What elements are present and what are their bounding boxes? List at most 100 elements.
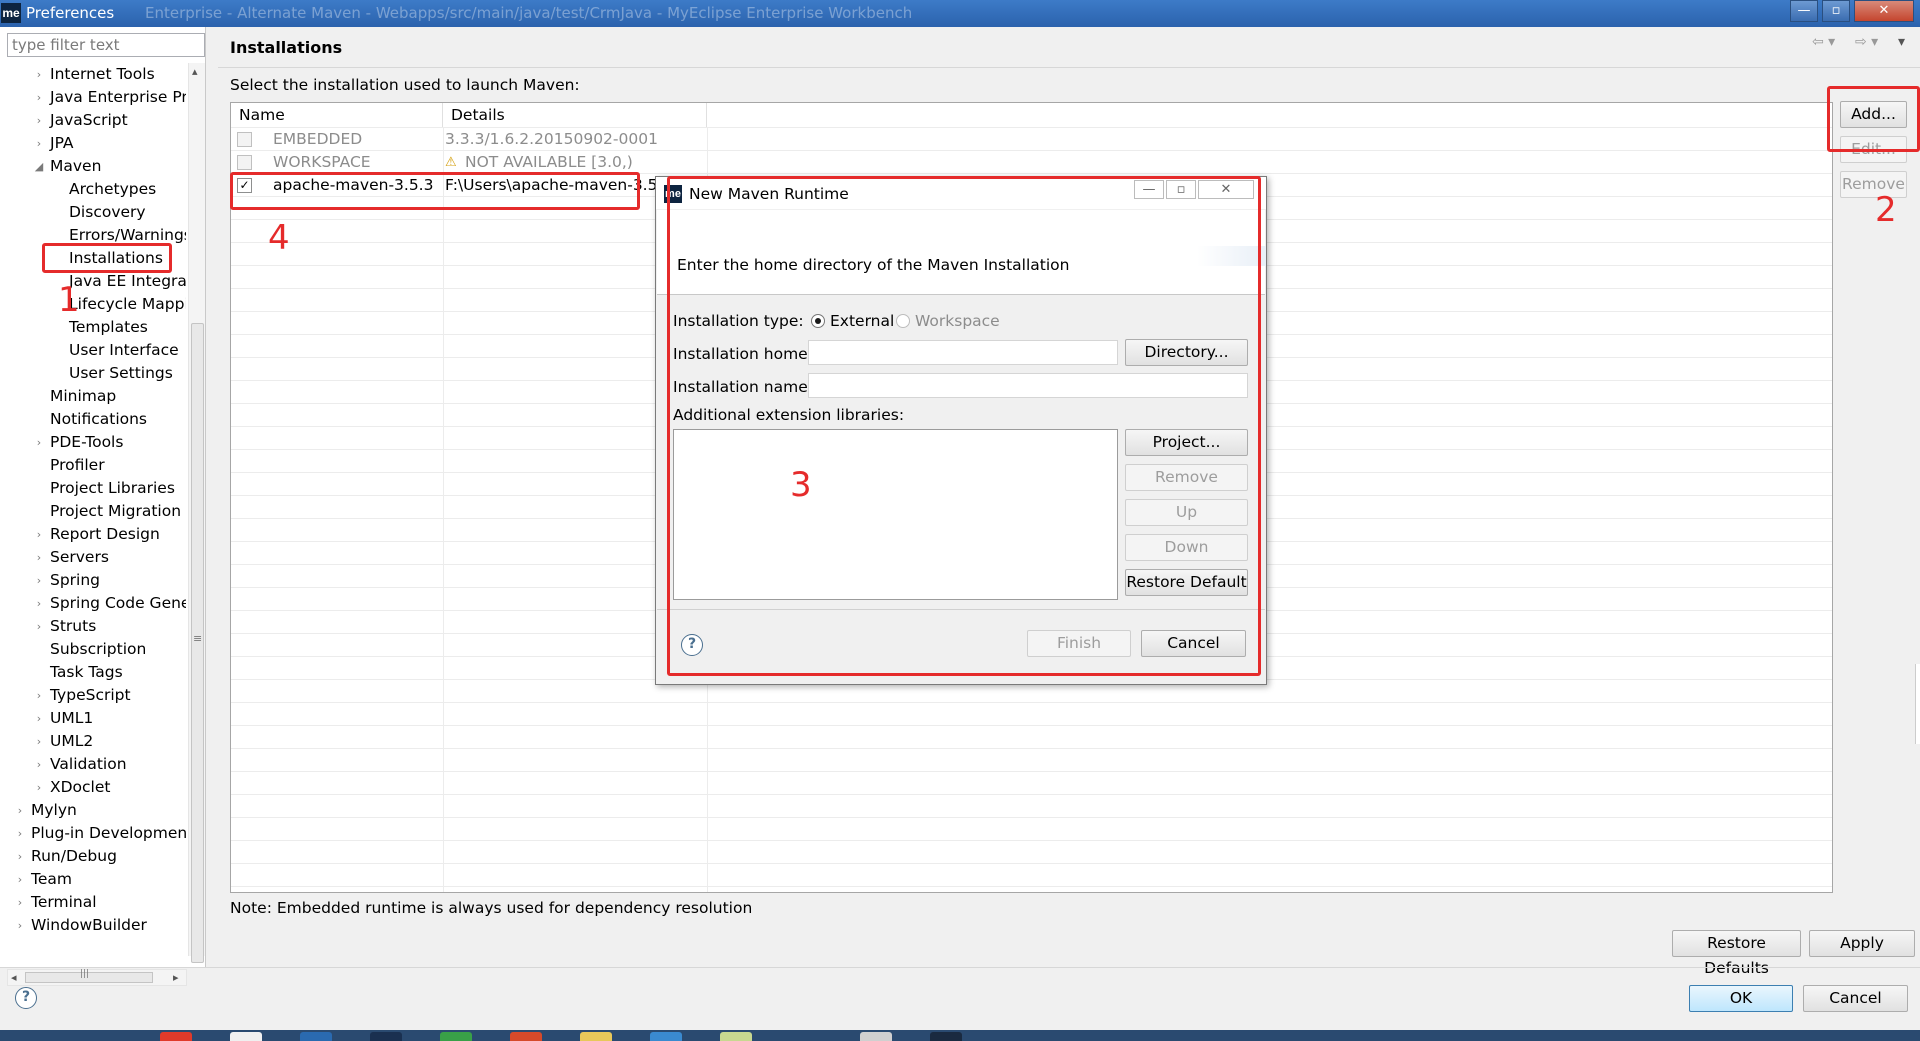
tree-item[interactable]: Spring Code Gener — [50, 592, 186, 615]
warning-icon: ⚠ — [445, 155, 457, 170]
tree-item[interactable]: Project Migration — [50, 500, 181, 523]
taskbar-app-icon[interactable] — [580, 1032, 612, 1041]
taskbar-app-icon[interactable] — [510, 1032, 542, 1041]
taskbar-app-icon[interactable] — [370, 1032, 402, 1041]
tree-expander-icon[interactable]: › — [15, 804, 25, 817]
tree-expander-icon[interactable]: › — [15, 850, 25, 863]
taskbar-app-icon[interactable] — [300, 1032, 332, 1041]
tree-expander-icon[interactable]: › — [34, 91, 44, 104]
tree-expander-icon[interactable]: › — [34, 137, 44, 150]
tree-item[interactable]: Maven — [50, 155, 101, 178]
tree-item[interactable]: JavaScript — [50, 109, 128, 132]
scroll-up-icon[interactable]: ▴ — [192, 65, 198, 78]
tree-item[interactable]: Minimap — [50, 385, 116, 408]
column-header-details[interactable]: Details — [443, 103, 707, 127]
tree-item[interactable]: Servers — [50, 546, 109, 569]
restore-defaults-button[interactable]: Restore Defaults — [1672, 930, 1801, 977]
annotation-number-4: 4 — [268, 218, 290, 258]
tree-item[interactable]: Struts — [50, 615, 96, 638]
tree-item[interactable]: Team — [31, 868, 72, 891]
taskbar-app-icon[interactable] — [650, 1032, 682, 1041]
tree-expander-icon[interactable]: › — [15, 919, 25, 932]
tree-item[interactable]: UML1 — [50, 707, 93, 730]
tree-item[interactable]: Java EE Integrati — [69, 270, 186, 293]
tree-expander-icon[interactable]: › — [34, 735, 44, 748]
tree-item[interactable]: Subscription — [50, 638, 146, 661]
minimize-button[interactable]: — — [1790, 0, 1818, 22]
tree-item[interactable]: Report Design — [50, 523, 160, 546]
cancel-button[interactable]: Cancel — [1803, 985, 1908, 1012]
tree-item[interactable]: Profiler — [50, 454, 105, 477]
tree-expander-icon[interactable]: › — [34, 758, 44, 771]
tree-expander-icon[interactable]: › — [34, 712, 44, 725]
tree-item[interactable]: Plug-in Development — [31, 822, 186, 845]
scroll-left-icon[interactable]: ◂ — [11, 970, 17, 985]
tree-scroll-thumb[interactable]: ≡ — [191, 323, 204, 963]
tree-item[interactable]: Notifications — [50, 408, 147, 431]
forward-nav-icon[interactable]: ⇨ ▾ — [1855, 34, 1878, 50]
tree-expander-icon[interactable]: › — [34, 436, 44, 449]
tree-item[interactable]: Terminal — [31, 891, 97, 914]
row-details[interactable]: NOT AVAILABLE [3.0,) — [465, 151, 633, 174]
row-name[interactable]: EMBEDDED — [273, 128, 362, 151]
back-nav-icon[interactable]: ⇦ ▾ — [1812, 34, 1835, 50]
tree-item[interactable]: User Settings — [69, 362, 173, 385]
tree-item[interactable]: TypeScript — [50, 684, 131, 707]
tree-expander-icon[interactable]: › — [34, 528, 44, 541]
tree-item[interactable]: UML2 — [50, 730, 93, 753]
help-icon[interactable]: ? — [15, 987, 37, 1009]
taskbar-app-icon[interactable] — [230, 1032, 262, 1041]
tree-item[interactable]: WindowBuilder — [31, 914, 147, 937]
row-name[interactable]: WORKSPACE — [273, 151, 371, 174]
tree-expander-icon[interactable]: › — [34, 574, 44, 587]
tree-expander-icon[interactable]: › — [15, 896, 25, 909]
close-button[interactable]: ✕ — [1854, 0, 1914, 22]
apply-button[interactable]: Apply — [1809, 930, 1915, 957]
tree-expander-icon[interactable]: › — [34, 114, 44, 127]
column-header-name[interactable]: Name — [231, 103, 443, 127]
tree-item[interactable]: Java Enterprise Pro — [50, 86, 186, 109]
tree-expander-icon[interactable]: › — [15, 873, 25, 886]
tree-expander-icon[interactable]: ◢ — [34, 160, 44, 173]
maximize-button[interactable]: ▫ — [1822, 0, 1850, 22]
tree-expander-icon[interactable]: › — [34, 620, 44, 633]
tree-item[interactable]: Mylyn — [31, 799, 77, 822]
tree-item[interactable]: Internet Tools — [50, 63, 155, 86]
tree-item[interactable]: Validation — [50, 753, 127, 776]
remove-button[interactable]: Remove — [1840, 171, 1907, 198]
taskbar-app-icon[interactable] — [720, 1032, 752, 1041]
tree-item[interactable]: PDE-Tools — [50, 431, 123, 454]
tree-item[interactable]: JPA — [50, 132, 74, 155]
tree-expander-icon[interactable]: › — [34, 597, 44, 610]
tree-expander-icon[interactable]: › — [34, 781, 44, 794]
tree-item[interactable]: User Interface — [69, 339, 179, 362]
row-checkbox[interactable] — [237, 155, 252, 170]
tree-item[interactable]: Task Tags — [50, 661, 123, 684]
tree-expander-icon[interactable]: › — [34, 689, 44, 702]
row-checkbox[interactable] — [237, 132, 252, 147]
filter-input[interactable]: type filter text — [7, 33, 205, 57]
row-details[interactable]: 3.3.3/1.6.2.20150902-0001 — [445, 128, 658, 151]
tree-item[interactable]: Project Libraries — [50, 477, 175, 500]
scroll-right-icon[interactable]: ▸ — [173, 970, 179, 985]
tree-vertical-scrollbar[interactable]: ▴ ≡ — [188, 63, 205, 963]
tree-expander-icon[interactable]: › — [15, 827, 25, 840]
tree-horizontal-scrollbar[interactable]: ◂ ||| ▸ — [7, 969, 187, 986]
tree-item[interactable]: Spring — [50, 569, 100, 592]
tree-item[interactable]: Run/Debug — [31, 845, 117, 868]
tree-item[interactable]: Lifecycle Mappi — [69, 293, 186, 316]
note-label: Note: Embedded runtime is always used fo… — [230, 899, 753, 917]
tree-hscroll-thumb[interactable]: ||| — [25, 969, 153, 983]
tree-item[interactable]: Discovery — [69, 201, 146, 224]
view-menu-icon[interactable]: ▾ — [1898, 34, 1905, 50]
tree-item[interactable]: XDoclet — [50, 776, 110, 799]
ok-button[interactable]: OK — [1689, 985, 1793, 1012]
taskbar-app-icon[interactable] — [930, 1032, 962, 1041]
taskbar-app-icon[interactable] — [440, 1032, 472, 1041]
tree-expander-icon[interactable]: › — [34, 551, 44, 564]
tree-item[interactable]: Templates — [69, 316, 148, 339]
taskbar-app-icon[interactable] — [160, 1032, 192, 1041]
tree-item[interactable]: Archetypes — [69, 178, 156, 201]
taskbar-app-icon[interactable] — [860, 1032, 892, 1041]
tree-expander-icon[interactable]: › — [34, 68, 44, 81]
